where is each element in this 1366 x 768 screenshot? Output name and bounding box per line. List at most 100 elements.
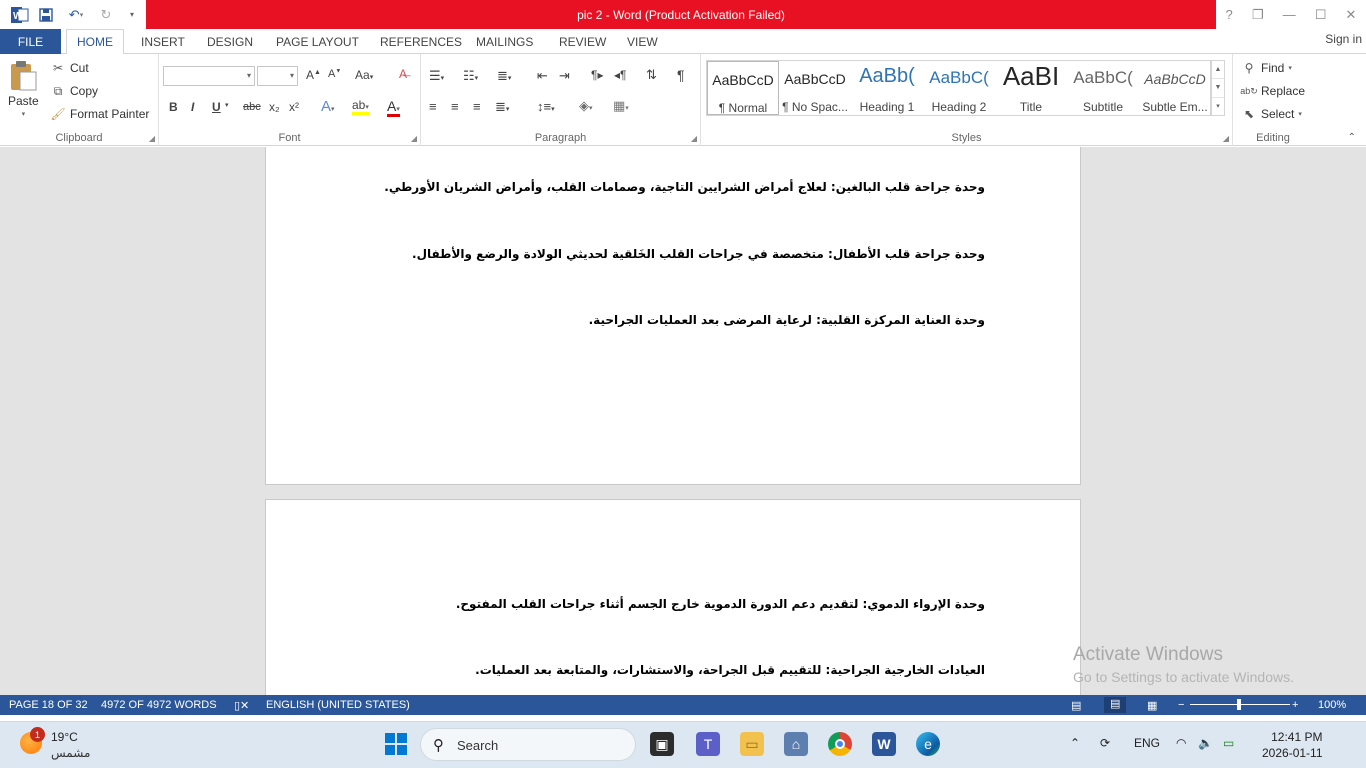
sync-icon[interactable]: ⟳ [1100, 736, 1110, 750]
font-name-combo[interactable]: ▾ [163, 66, 255, 86]
decrease-indent-icon[interactable]: ⇤ [537, 68, 548, 84]
undo-icon[interactable]: ↶ ▾ [62, 5, 90, 25]
font-name-dropdown-icon[interactable]: ▾ [247, 71, 251, 80]
find-dropdown-icon[interactable]: ▾ [1288, 64, 1292, 72]
bold-button[interactable]: B [169, 100, 178, 114]
tab-design[interactable]: DESIGN [207, 29, 253, 54]
shading-icon[interactable]: ◈▾ [579, 98, 593, 114]
battery-icon[interactable]: ▭ [1223, 736, 1234, 750]
language-indicator[interactable]: ENGLISH (UNITED STATES) [266, 699, 410, 711]
tab-home[interactable]: HOME [66, 29, 124, 55]
line-spacing-icon[interactable]: ↕≡▾ [537, 99, 555, 114]
paragraph[interactable]: العيادات الخارجية الجراحية: للتقييم قبل … [475, 663, 985, 677]
web-layout-icon[interactable]: ▦ [1147, 699, 1157, 712]
zoom-in-icon[interactable]: + [1292, 699, 1298, 711]
volume-icon[interactable]: 🔈 [1198, 736, 1213, 750]
change-case-icon[interactable]: Aa▾ [355, 68, 373, 82]
wifi-icon[interactable]: ◠ [1176, 736, 1186, 750]
superscript-button[interactable]: x² [289, 100, 299, 114]
italic-button[interactable]: I [191, 100, 194, 114]
copy-button[interactable]: ⧉ Copy [50, 83, 98, 99]
borders-icon[interactable]: ▦▾ [613, 98, 629, 114]
style-title[interactable]: AaBI Title [995, 61, 1067, 115]
print-layout-icon[interactable]: ▤ [1104, 697, 1127, 713]
gallery-more-icon[interactable]: ▾ [1212, 98, 1224, 115]
underline-dropdown-icon[interactable]: ▾ [225, 101, 229, 109]
style-normal[interactable]: AaBbCcD ¶ Normal [707, 61, 779, 115]
strikethrough-button[interactable]: abc [243, 101, 261, 113]
paragraph-launcher-icon[interactable]: ◢ [691, 134, 697, 143]
ribbon-display-icon[interactable]: ❐ [1252, 7, 1264, 23]
rtl-direction-icon[interactable]: ◂¶ [614, 68, 626, 82]
highlight-color-icon[interactable]: ab▾ [352, 98, 369, 115]
replace-button[interactable]: ab↻ Replace [1240, 83, 1305, 99]
input-language[interactable]: ENG [1134, 736, 1160, 750]
numbering-icon[interactable]: ☷▾ [463, 68, 478, 84]
edge-icon[interactable]: e [916, 732, 940, 756]
file-explorer-icon[interactable]: ▭ [740, 732, 764, 756]
tab-page-layout[interactable]: PAGE LAYOUT [276, 29, 359, 54]
style-heading-2[interactable]: AaBbC( Heading 2 [923, 61, 995, 115]
clipboard-launcher-icon[interactable]: ◢ [149, 134, 155, 143]
select-dropdown-icon[interactable]: ▾ [1298, 110, 1302, 118]
text-effects-icon[interactable]: A▾ [321, 98, 335, 115]
maximize-icon[interactable]: ☐ [1315, 7, 1327, 23]
font-size-dropdown-icon[interactable]: ▾ [290, 71, 294, 80]
save-icon[interactable] [36, 5, 56, 25]
paragraph[interactable]: وحدة الإرواء الدموي: لتقديم دعم الدورة ا… [456, 597, 985, 611]
tab-references[interactable]: REFERENCES [380, 29, 462, 54]
justify-icon[interactable]: ≣▾ [495, 99, 509, 115]
style-subtitle[interactable]: AaBbC( Subtitle [1067, 61, 1139, 115]
font-launcher-icon[interactable]: ◢ [411, 134, 417, 143]
collapse-ribbon-icon[interactable]: ⌃ [1348, 132, 1356, 143]
subscript-button[interactable]: x₂ [269, 100, 280, 114]
gallery-down-icon[interactable]: ▼ [1212, 79, 1224, 98]
document-page[interactable]: وحدة جراحة قلب البالغين: لعلاج أمراض الش… [265, 147, 1081, 485]
read-mode-icon[interactable]: ▤ [1071, 699, 1081, 712]
paragraph[interactable]: وحدة العناية المركزة القلبية: لرعاية الم… [589, 313, 985, 327]
word-app-icon[interactable]: W [10, 5, 30, 25]
tab-view[interactable]: VIEW [627, 29, 658, 54]
proofing-icon[interactable]: ▯✕ [234, 699, 249, 712]
align-right-icon[interactable]: ≡ [473, 99, 481, 114]
grow-font-icon[interactable]: A▲ [306, 68, 321, 82]
teams-icon[interactable]: T [696, 732, 720, 756]
increase-indent-icon[interactable]: ⇥ [559, 68, 570, 84]
font-color-icon[interactable]: A▾ [387, 98, 400, 117]
close-icon[interactable]: ✕ [1346, 7, 1357, 23]
network-app-icon[interactable]: ⌂ [784, 732, 808, 756]
styles-launcher-icon[interactable]: ◢ [1223, 134, 1229, 143]
underline-button[interactable]: U [212, 100, 221, 114]
font-size-combo[interactable]: ▾ [257, 66, 298, 86]
style-heading-1[interactable]: AaBb( Heading 1 [851, 61, 923, 115]
document-area[interactable]: وحدة جراحة قلب البالغين: لعلاج أمراض الش… [0, 147, 1366, 695]
bullets-icon[interactable]: ☰▾ [429, 68, 444, 84]
minimize-icon[interactable]: — [1283, 7, 1296, 22]
multilevel-list-icon[interactable]: ≣▾ [497, 68, 511, 84]
sort-icon[interactable]: ⇅ [646, 67, 657, 83]
find-button[interactable]: ⚲ Find ▾ [1241, 60, 1292, 76]
taskbar-search[interactable]: ⚲ Search [420, 728, 636, 761]
tab-insert[interactable]: INSERT [141, 29, 185, 54]
style-no-spacing[interactable]: AaBbCcD ¶ No Spac... [779, 61, 851, 115]
sign-in-link[interactable]: Sign in [1325, 32, 1362, 46]
weather-temp[interactable]: 19°C [51, 730, 78, 744]
start-windows-icon[interactable] [384, 732, 408, 756]
gallery-up-icon[interactable]: ▲ [1212, 61, 1224, 80]
paste-button[interactable]: Paste ▾ [8, 60, 39, 118]
document-page[interactable]: وحدة الإرواء الدموي: لتقديم دعم الدورة ا… [265, 499, 1081, 695]
task-view-icon[interactable]: ▣ [650, 732, 674, 756]
word-count[interactable]: 4972 OF 4972 WORDS [101, 699, 217, 711]
style-subtle-emphasis[interactable]: AaBbCcD Subtle Em... [1139, 61, 1211, 115]
shrink-font-icon[interactable]: A▼ [328, 68, 341, 80]
clear-formatting-icon[interactable]: A̶ [399, 67, 407, 81]
align-center-icon[interactable]: ≡ [451, 99, 459, 114]
chrome-icon[interactable] [828, 732, 852, 756]
select-button[interactable]: ⬉ Select ▾ [1241, 106, 1302, 122]
page-indicator[interactable]: PAGE 18 OF 32 [9, 699, 88, 711]
help-icon[interactable]: ? [1226, 7, 1233, 22]
paragraph[interactable]: وحدة جراحة قلب الأطفال: متخصصة في جراحات… [412, 247, 985, 261]
customize-qat-icon[interactable]: ▾ [122, 5, 142, 25]
align-left-icon[interactable]: ≡ [429, 99, 437, 114]
format-painter-button[interactable]: 🖌 Format Painter [50, 106, 149, 122]
